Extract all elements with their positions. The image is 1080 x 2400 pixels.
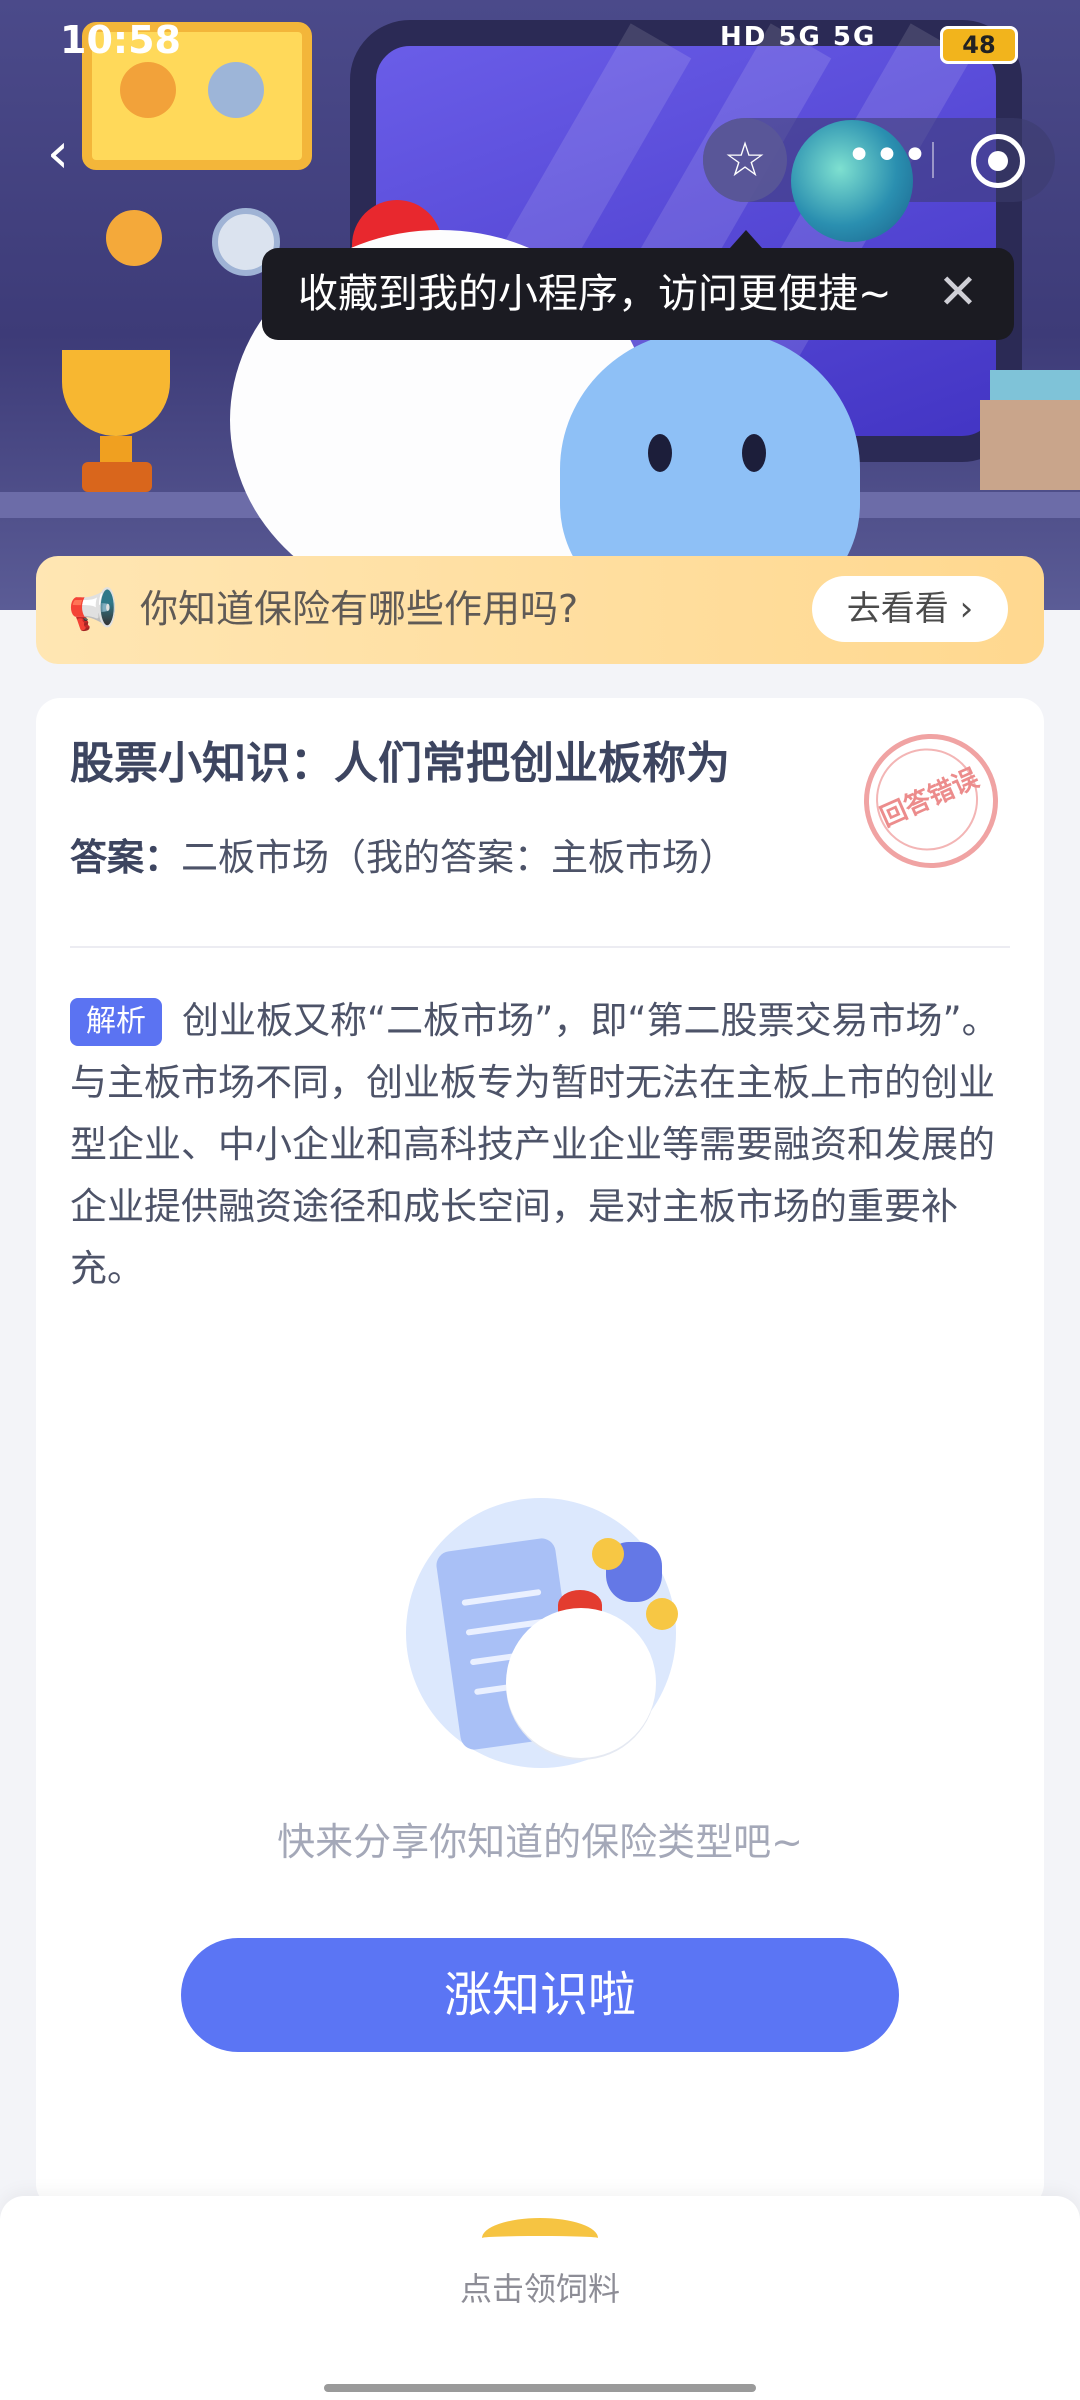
tooltip-close-icon[interactable]: ✕ [928, 262, 988, 322]
analysis-text: 创业板又称“二板市场”，即“第二股票交易市场”。与主板市场不同，创业板专为暂时无… [70, 999, 999, 1290]
tooltip-text: 收藏到我的小程序，访问更便捷~ [298, 271, 892, 317]
favorite-tooltip: 收藏到我的小程序，访问更便捷~ ✕ [262, 248, 1014, 340]
notice-text: 你知道保险有哪些作用吗? [140, 587, 579, 631]
share-prompt: 快来分享你知道的保险类型吧~ [277, 1820, 803, 1864]
megaphone-icon: 📢 [68, 587, 118, 633]
stamp-text: 回答错误 [876, 763, 984, 834]
divider [70, 946, 1010, 948]
analysis-tag: 解析 [70, 998, 162, 1046]
question-card: 股票小知识：人们常把创业板称为 答案：二板市场（我的答案：主板市场） 回答错误 … [36, 698, 1044, 2208]
bottom-feed-bar[interactable]: 点击领饲料 [0, 2196, 1080, 2400]
gold-medal-icon [106, 210, 162, 266]
feed-arrow-icon [482, 2218, 598, 2258]
back-button[interactable]: ‹ [28, 124, 88, 184]
notice-bar: 📢 你知道保险有哪些作用吗? 去看看 › [36, 556, 1044, 664]
status-bar: 10:58 HD 5G 5G 48 [0, 0, 1080, 80]
answer-text: 二板市场（我的答案：主板市场） [181, 836, 736, 879]
close-miniprogram-button[interactable] [971, 134, 1025, 188]
gain-knowledge-button[interactable]: 涨知识啦 [181, 1938, 899, 2052]
feed-label: 点击领饲料 [459, 2270, 620, 2308]
question-title: 股票小知识：人们常把创业板称为 [70, 738, 730, 789]
more-menu-button[interactable]: ••• [843, 134, 933, 184]
trophy-icon [62, 350, 170, 436]
chick-scroll-illustration [396, 1498, 726, 1798]
miniprogram-capsule: ☆ ••• [703, 118, 1055, 242]
go-see-button[interactable]: 去看看 › [812, 576, 1008, 642]
books-illustration [980, 370, 1080, 490]
battery-icon: 48 [940, 26, 1018, 64]
favorite-star-button[interactable]: ☆ [703, 118, 787, 202]
home-indicator[interactable] [324, 2384, 756, 2392]
analysis-paragraph: 解析 创业板又称“二板市场”，即“第二股票交易市场”。与主板市场不同，创业板专为暂… [70, 990, 1010, 1300]
answer-line: 答案：二板市场（我的答案：主板市场） [70, 832, 736, 884]
chick-mascot [506, 1608, 656, 1758]
wrong-answer-stamp: 回答错误 [842, 712, 1020, 890]
answer-label: 答案： [70, 836, 181, 879]
signal-icons: HD 5G 5G [720, 22, 877, 52]
status-time: 10:58 [60, 18, 181, 62]
